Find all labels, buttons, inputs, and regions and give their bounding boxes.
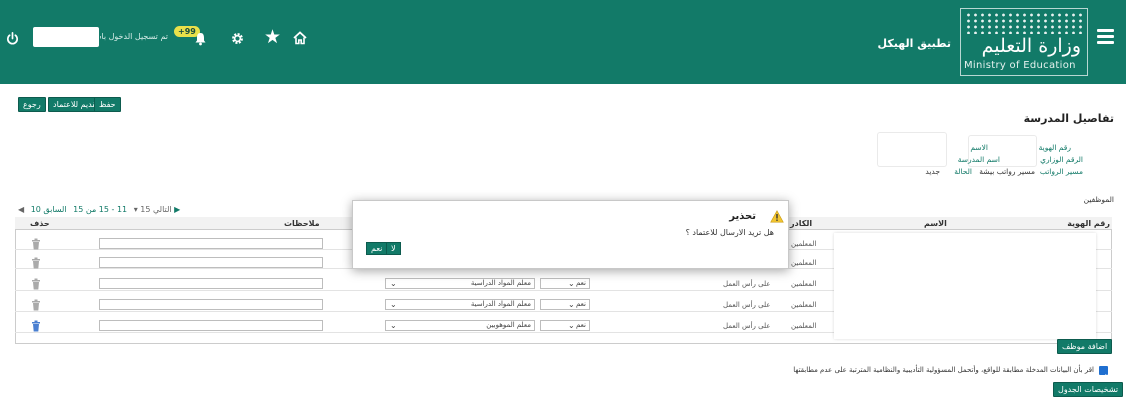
chevron-down-icon[interactable]: ⌄ (390, 279, 397, 288)
name-label: الاسم (970, 143, 988, 152)
notes-input[interactable] (99, 238, 323, 249)
yes-select[interactable]: نعم (540, 299, 590, 310)
cadre-cell: المعلمين (791, 280, 817, 288)
notes-input[interactable] (99, 257, 323, 268)
column-delete: حذف (30, 219, 50, 228)
trash-icon[interactable] (31, 299, 41, 311)
username-redacted (33, 27, 99, 47)
cadre-cell: المعلمين (791, 322, 817, 330)
top-header: وزارة التعليم Ministry of Education تطبي… (0, 0, 1126, 84)
status-value: جديد (925, 167, 940, 176)
acknowledgment-text: اقر بأن البيانات المدخلة مطابقة للواقع، … (793, 366, 1094, 374)
trash-icon[interactable] (31, 320, 41, 332)
pagination: ◀ التالي 15 ▾ 11 - 15 من 15 السابق 10 ▶ (18, 205, 180, 214)
redacted-names-area (834, 233, 1096, 339)
home-icon[interactable] (293, 31, 307, 45)
logo-pattern (965, 12, 1083, 34)
back-button[interactable]: رجوع (18, 97, 46, 112)
add-employee-button[interactable]: اضافة موظف (1057, 339, 1113, 354)
trash-icon[interactable] (31, 238, 41, 250)
acknowledgment-checkbox[interactable] (1099, 366, 1108, 380)
chevron-down-icon[interactable]: ⌄ (568, 279, 575, 288)
logo-english-text: Ministry of Education (964, 60, 1076, 71)
column-cadre: الكادر (790, 219, 813, 228)
chevron-down-icon[interactable]: ⌄ (390, 300, 397, 309)
chevron-down-icon[interactable]: ⌄ (568, 321, 575, 330)
bell-icon[interactable] (194, 32, 207, 46)
check-icon (1100, 374, 1107, 380)
ministry-logo: وزارة التعليم Ministry of Education (960, 8, 1088, 76)
status-label: الحالة (954, 167, 972, 176)
role-value: معلم المواد الدراسية (470, 279, 531, 287)
no-button[interactable]: لا (386, 242, 401, 255)
yes-select[interactable]: نعم (540, 278, 590, 289)
salary-value: مسير رواتب بيشة (979, 167, 1035, 176)
work-status-cell: على رأس العمل (723, 280, 771, 288)
column-name: الاسم (924, 219, 947, 228)
work-status-cell: على رأس العمل (723, 301, 771, 309)
id-label: رقم الهوية (1038, 143, 1071, 152)
ministry-number-label: الرقم الوزاري (1040, 155, 1083, 164)
yes-select[interactable]: نعم (540, 320, 590, 331)
cadre-cell: المعلمين (791, 301, 817, 309)
save-button[interactable]: حفظ (94, 97, 121, 112)
star-icon[interactable]: ★ (264, 28, 281, 47)
role-value: معلم الموهوبين (486, 321, 531, 329)
staff-section-title: الموظفين (1083, 195, 1114, 204)
school-name-label: اسم المدرسة (957, 155, 1000, 164)
dialog-title: تحذير (729, 211, 756, 222)
trash-icon[interactable] (31, 257, 41, 269)
cadre-cell: المعلمين (791, 259, 817, 267)
pager-range: 11 - 15 من 15 (73, 205, 128, 214)
school-name-redacted (878, 133, 946, 166)
role-value: معلم المواد الدراسية (470, 300, 531, 308)
schedule-diagnostics-button[interactable]: تشخيصات الجدول (1053, 382, 1124, 397)
column-notes: ملاحظات (284, 219, 320, 228)
page-size-select[interactable]: 15 ▾ (134, 205, 151, 214)
yes-value: نعم (576, 279, 586, 287)
logo-arabic-text: وزارة التعليم (981, 35, 1081, 57)
role-select[interactable]: معلم الموهوبين (385, 320, 535, 331)
notes-input[interactable] (99, 320, 323, 331)
chevron-down-icon[interactable]: ⌄ (390, 321, 397, 330)
dialog-message: هل تريد الارسال للاعتماد ؟ (685, 228, 774, 237)
login-status-text: تم تسجيل الدخول باسم (100, 32, 168, 41)
role-select[interactable]: معلم المواد الدراسية (385, 299, 535, 310)
column-id: رقم الهوية (1067, 219, 1110, 228)
warning-icon (770, 210, 784, 223)
notifications[interactable]: +99 (174, 26, 214, 50)
menu-icon[interactable] (1097, 29, 1114, 44)
notes-input[interactable] (99, 278, 323, 289)
yes-button[interactable]: نعم (366, 242, 388, 255)
work-status-cell: على رأس العمل (723, 322, 771, 330)
yes-value: نعم (576, 321, 586, 329)
school-details-title: تفاصيل المدرسة (1023, 112, 1114, 125)
notes-input[interactable] (99, 299, 323, 310)
salary-label: مسير الرواتب (1039, 167, 1083, 176)
gear-icon[interactable] (230, 31, 245, 46)
confirm-dialog: تحذير هل تريد الارسال للاعتماد ؟ نعم لا (352, 200, 789, 269)
chevron-down-icon[interactable]: ⌄ (568, 300, 575, 309)
cadre-cell: المعلمين (791, 240, 817, 248)
role-select[interactable]: معلم المواد الدراسية (385, 278, 535, 289)
app-title: تطبيق الهيكل (877, 37, 951, 50)
trash-icon[interactable] (31, 278, 41, 290)
power-icon[interactable] (5, 31, 20, 46)
yes-value: نعم (576, 300, 586, 308)
